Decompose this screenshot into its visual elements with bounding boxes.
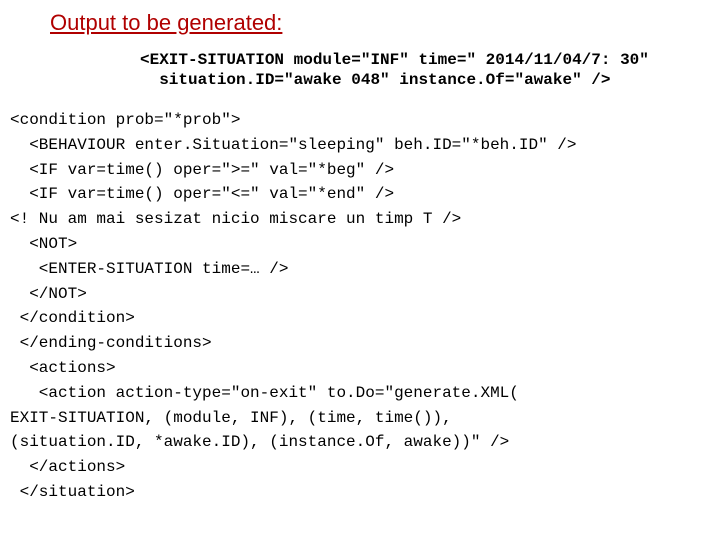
code-line: <NOT> — [10, 235, 77, 253]
code-line: <actions> — [10, 359, 116, 377]
code-line: EXIT-SITUATION, (module, INF), (time, ti… — [10, 409, 452, 427]
code-line: </actions> — [10, 458, 125, 476]
code-block: <condition prob="*prob"> <BEHAVIOUR ente… — [0, 108, 720, 505]
slide-title: Output to be generated: — [0, 0, 720, 50]
code-line: </ending-conditions> — [10, 334, 212, 352]
code-line: </situation> — [10, 483, 135, 501]
code-line: <BEHAVIOUR enter.Situation="sleeping" be… — [10, 136, 577, 154]
header-code: <EXIT-SITUATION module="INF" time=" 2014… — [0, 50, 720, 90]
code-line: <IF var=time() oper=">=" val="*beg" /> — [10, 161, 394, 179]
header-line-1: <EXIT-SITUATION module="INF" time=" 2014… — [140, 51, 649, 69]
code-line: (situation.ID, *awake.ID), (instance.Of,… — [10, 433, 509, 451]
slide: Output to be generated: <EXIT-SITUATION … — [0, 0, 720, 505]
code-line: <action action-type="on-exit" to.Do="gen… — [10, 384, 519, 402]
code-line: <ENTER-SITUATION time=… /> — [10, 260, 288, 278]
code-line: <! Nu am mai sesizat nicio miscare un ti… — [10, 210, 461, 228]
code-line: <IF var=time() oper="<=" val="*end" /> — [10, 185, 394, 203]
code-line: </NOT> — [10, 285, 87, 303]
code-line: </condition> — [10, 309, 135, 327]
code-line: <condition prob="*prob"> — [10, 111, 240, 129]
header-line-2: situation.ID="awake 048" instance.Of="aw… — [140, 71, 610, 89]
